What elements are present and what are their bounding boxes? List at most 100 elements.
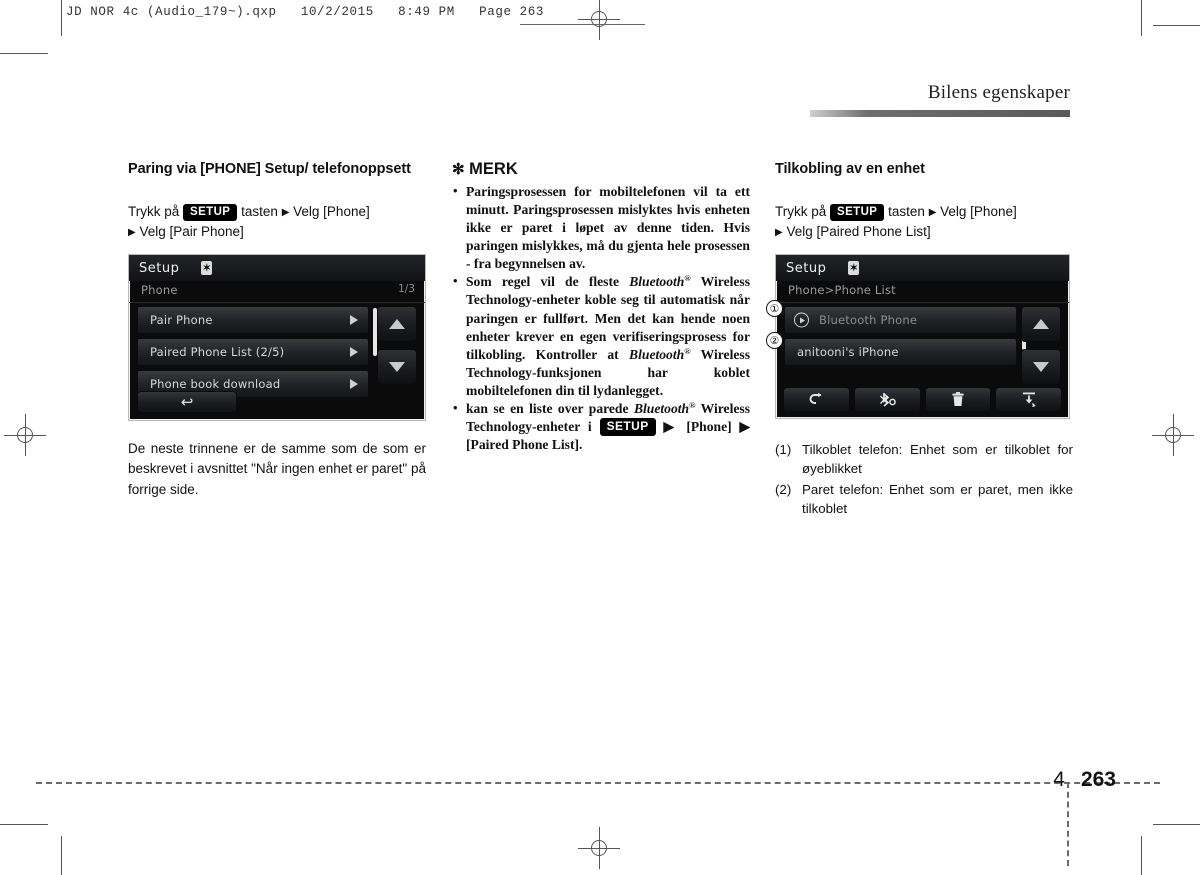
right-instruction-pre: Trykk på [775,203,827,219]
callout-marker-2: ② [766,332,783,349]
download-button[interactable] [995,387,1062,413]
device-titlebar: Setup ✶ [776,255,1069,282]
bluetooth-connect-icon [879,392,896,407]
crop-mark-top-right-h [1153,25,1200,26]
breadcrumb-divider [776,302,1069,304]
triangle-right-icon: ▶ [281,206,290,218]
legend-item-number: (2) [775,481,792,497]
triangle-up-icon [389,319,405,330]
left-instruction: Trykk på SETUP tasten ▶ Velg [Phone] ▶ V… [128,202,426,243]
list-item-label: Pair Phone [150,313,213,328]
registration-mark-right [1152,414,1194,456]
right-step-2: Velg [Paired Phone List] [786,223,931,239]
device-row-list: Pair Phone Paired Phone List (2/5) Phone… [137,306,369,402]
list-item-connected-phone[interactable]: Bluetooth Phone [784,306,1017,335]
device-title: Setup [139,260,180,276]
crop-mark-bottom-right-v [1141,836,1142,875]
list-item[interactable]: Pair Phone [137,306,369,335]
scroll-down-button[interactable] [1021,349,1061,386]
crop-mark-top-left-v [61,0,62,36]
note-bullet: Som regel vil de fleste Bluetooth® Wirel… [452,272,750,400]
footer-dashed-rule [36,782,1160,784]
registration-mark-top [578,0,620,40]
setup-phone-screenshot: Setup ✶ Phone 1/3 Pair Phone Paired Phon… [128,254,426,422]
left-step-2: Velg [Pair Phone] [139,223,244,239]
breadcrumb-divider [129,302,425,304]
file-header: JD NOR 4c (Audio_179~).qxp 10/2/2015 8:4… [66,5,544,19]
trash-icon [952,392,964,407]
left-column: Paring via [PHONE] Setup/ telefonoppsett… [128,160,426,500]
right-instruction: Trykk på SETUP tasten ▶ Velg [Phone] ▶ V… [775,202,1073,243]
setup-key-badge: SETUP [183,203,238,221]
download-icon [1022,392,1036,408]
delete-button[interactable] [924,387,992,413]
list-item-label: Bluetooth Phone [819,313,918,328]
triangle-down-icon [1033,362,1049,373]
bluetooth-icon: ✶ [848,261,860,276]
asterisk-icon: ✻ [452,161,465,178]
scroll-buttons [377,306,417,392]
registration-mark-bottom [578,827,620,869]
triangle-right-icon: ▶ [775,226,783,238]
right-instruction-post: tasten [888,203,925,219]
legend-item: (1) Tilkoblet telefon: Enhet som er tilk… [775,441,1073,479]
device-toolbar [783,387,1062,413]
left-instruction-post: tasten [241,203,278,219]
chapter-number: 4 [1053,768,1065,791]
device-breadcrumb: Phone [141,283,178,298]
bluetooth-wordmark: Bluetooth [629,274,685,290]
right-column: Tilkobling av en enhet Trykk på SETUP ta… [775,160,1073,521]
play-circle-icon [794,312,809,328]
list-item-paired-phone[interactable]: anitooni's iPhone [784,338,1017,367]
bluetooth-connect-button[interactable] [853,387,921,413]
note-bullet: kan se en liste over parede Bluetooth® W… [452,399,750,454]
chevron-right-icon [350,347,358,358]
list-item[interactable]: Paired Phone List (2/5) [137,338,369,367]
note-bullet: Paringsprosessen for mobiltelefonen vil … [452,182,750,273]
left-heading: Paring via [PHONE] Setup/ telefonoppsett [128,161,411,177]
legend-item-text: Tilkoblet telefon: Enhet som er tilkoble… [802,442,1073,476]
crop-mark-top-right-v [1141,0,1142,36]
triangle-up-icon [1033,319,1049,330]
file-header-rule [520,24,645,25]
triangle-down-icon [389,362,405,373]
left-step-1: Velg [Phone] [293,203,370,219]
footer-dashed-vertical [1067,782,1069,866]
chevron-right-icon [350,379,358,390]
running-head: Bilens egenskaper [927,82,1070,103]
device-page-indicator: 1/3 [398,283,415,296]
crop-mark-top-left-h [0,53,48,54]
chevron-right-icon [350,315,358,326]
device-row-list: Bluetooth Phone anitooni's iPhone [784,306,1017,370]
scroll-up-button[interactable] [1021,306,1061,343]
folio-number: 263 [1080,768,1116,791]
back-arrow-icon [809,393,822,405]
legend-item-text: Paret telefon: Enhet som er paret, men i… [802,481,1073,516]
bluetooth-wordmark: Bluetooth [633,400,690,416]
device-breadcrumb: Phone>Phone List [788,283,896,298]
list-item-label: Phone book download [150,377,281,392]
triangle-right-icon: ▶ [128,226,136,238]
note-text: Paringsprosessen for mobiltelefonen vil … [466,184,750,272]
left-body-text: De neste trinnene er de samme som de som… [128,441,426,497]
device-title: Setup [786,260,827,276]
scroll-buttons [1021,306,1061,392]
scroll-down-button[interactable] [377,349,417,386]
note-text: Som regel vil de fleste [466,274,630,290]
crop-mark-bottom-left-v [61,836,62,875]
left-instruction-pre: Trykk på [128,203,180,219]
crop-mark-bottom-right-h [1153,824,1200,825]
registration-mark-left [4,414,46,456]
bluetooth-wordmark: Bluetooth [629,346,685,362]
running-head-bar [810,110,1070,117]
legend-list: (1) Tilkoblet telefon: Enhet som er tilk… [775,441,1073,519]
right-heading: Tilkobling av en enhet [775,161,925,177]
bluetooth-icon: ✶ [201,261,213,276]
back-button[interactable]: ↩ [137,391,237,414]
scroll-up-button[interactable] [377,306,417,343]
phone-list-screenshot: Setup ✶ Phone>Phone List Bluetooth Phone… [775,254,1070,420]
list-item-label: Paired Phone List (2/5) [150,345,285,360]
list-item-label: anitooni's iPhone [797,345,899,360]
setup-key-badge: SETUP [599,418,656,436]
back-button[interactable] [783,387,850,413]
